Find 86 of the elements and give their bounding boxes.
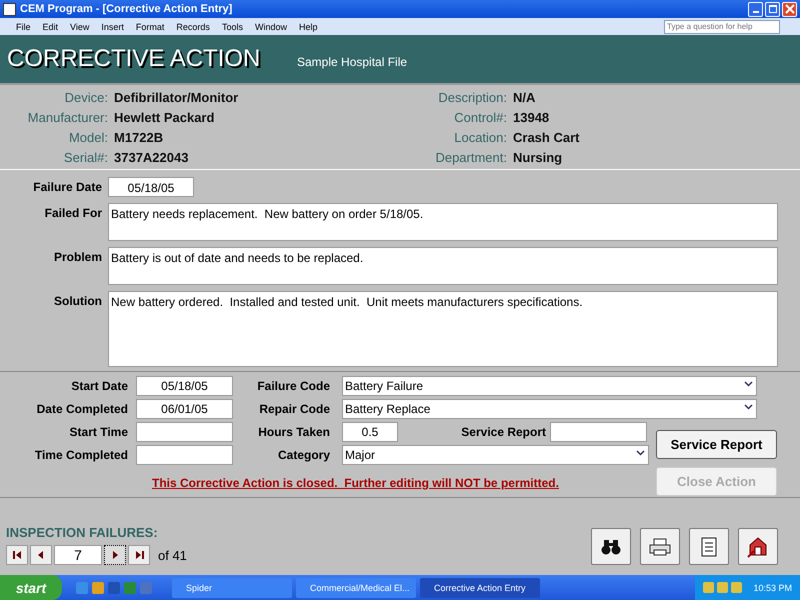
taskbar-button[interactable]: Commercial/Medical El... [296, 578, 416, 598]
info-value: Nursing [513, 150, 562, 164]
menu-item[interactable]: View [64, 22, 96, 32]
text-area[interactable]: New battery ordered. Installed and tested unit. Unit meets manufacturers specifications. [108, 291, 778, 367]
taskbar-button[interactable]: Corrective Action Entry [420, 578, 540, 598]
action-button[interactable]: Service Report [656, 430, 777, 459]
info-value: 3737A22043 [114, 150, 188, 164]
caret-icon [744, 402, 753, 411]
skip-end-icon [134, 551, 144, 559]
left-triangle-icon [38, 551, 44, 559]
previous-record-button[interactable] [30, 545, 52, 565]
minimize-button[interactable] [748, 2, 763, 16]
dropdown[interactable]: Major [342, 445, 649, 465]
field-label: Failure Date [32, 179, 103, 196]
report-button[interactable] [689, 528, 729, 565]
caret-icon [744, 379, 753, 388]
field-label: Time Completed [34, 448, 129, 462]
find-button[interactable] [591, 528, 631, 565]
restore-button[interactable] [765, 2, 780, 16]
document-icon [701, 536, 717, 556]
menu-item[interactable]: Window [248, 22, 293, 32]
menu-item[interactable]: Insert [95, 22, 130, 32]
menu-item[interactable]: Help [292, 22, 324, 32]
info-label: Department: [434, 150, 507, 164]
field-label: Solution [53, 293, 103, 310]
app-icon [3, 2, 16, 16]
field-label: Date Completed [36, 402, 129, 416]
time-field[interactable] [136, 445, 233, 465]
info-value: Defibrillator/Monitor [114, 90, 238, 104]
info-label: Model: [68, 130, 108, 144]
print-button[interactable] [640, 528, 680, 565]
info-value: M1722B [114, 130, 164, 144]
info-value: 13948 [513, 110, 550, 124]
info-label: Control#: [453, 110, 507, 124]
clock: 10:53 PM [753, 582, 792, 592]
right-triangle-icon [112, 551, 118, 559]
section-title: INSPECTION FAILURES: [6, 525, 158, 540]
close-button[interactable] [782, 2, 797, 16]
record-number-field[interactable]: 7 [54, 545, 102, 565]
field-label: Repair Code [258, 402, 330, 416]
binoculars-icon [601, 538, 621, 554]
info-value: Crash Cart [513, 130, 580, 144]
skip-start-icon [12, 551, 22, 559]
file-name: Sample Hospital File [297, 55, 408, 69]
info-label: Location: [453, 130, 507, 144]
text-area[interactable]: Battery is out of date and needs to be replaced. [108, 247, 778, 285]
field-label: Hours Taken [257, 425, 330, 439]
time-field[interactable] [136, 422, 233, 442]
menu-item[interactable]: Edit [36, 22, 64, 32]
field-label: Service Report [460, 425, 546, 439]
menu-item[interactable]: Records [170, 22, 216, 32]
info-label: Device: [64, 90, 108, 104]
field-label: Start Date [70, 379, 129, 393]
field-label: Failed For [44, 205, 103, 222]
field-label: Failure Code [256, 379, 330, 393]
exit-button[interactable] [738, 528, 778, 565]
menu-item[interactable]: File [10, 22, 37, 32]
next-record-button[interactable] [104, 545, 126, 565]
dropdown[interactable]: Battery Failure [342, 376, 757, 396]
info-value: N/A [513, 90, 536, 104]
menu-item[interactable]: Format [130, 22, 170, 32]
hours-field[interactable]: 0.5 [342, 422, 398, 442]
service-report-field[interactable] [550, 422, 647, 442]
info-label: Serial#: [62, 150, 108, 164]
info-label: Description: [437, 90, 507, 104]
record-count: of 41 [158, 548, 187, 562]
taskbar-button[interactable]: Spider [172, 578, 292, 598]
printer-icon [649, 538, 671, 556]
text-area[interactable]: Battery needs replacement. New battery on order 5/18/05. [108, 203, 778, 241]
form-title: CORRECTIVE ACTION [7, 45, 262, 73]
last-record-button[interactable] [128, 545, 150, 565]
dropdown[interactable]: Battery Replace [342, 399, 757, 419]
field-label: Start Time [68, 425, 129, 439]
info-label: Manufacturer: [26, 110, 108, 124]
menu-item[interactable]: Tools [216, 22, 249, 32]
info-value: Hewlett Packard [114, 110, 214, 124]
help-search-field[interactable]: Type a question for help [664, 20, 780, 34]
time-field[interactable]: 05/18/05 [136, 376, 233, 396]
field-label: Problem [52, 249, 103, 266]
field-label: Category [276, 448, 330, 462]
caret-icon [636, 448, 645, 457]
time-field[interactable]: 06/01/05 [136, 399, 233, 419]
first-record-button[interactable] [6, 545, 28, 565]
closed-notice: This Corrective Action is closed. Further editing will NOT be permitted. [152, 476, 559, 490]
window-title: CEM Program - [Corrective Action Entry] [20, 3, 232, 15]
date-field[interactable]: 05/18/05 [108, 177, 194, 197]
